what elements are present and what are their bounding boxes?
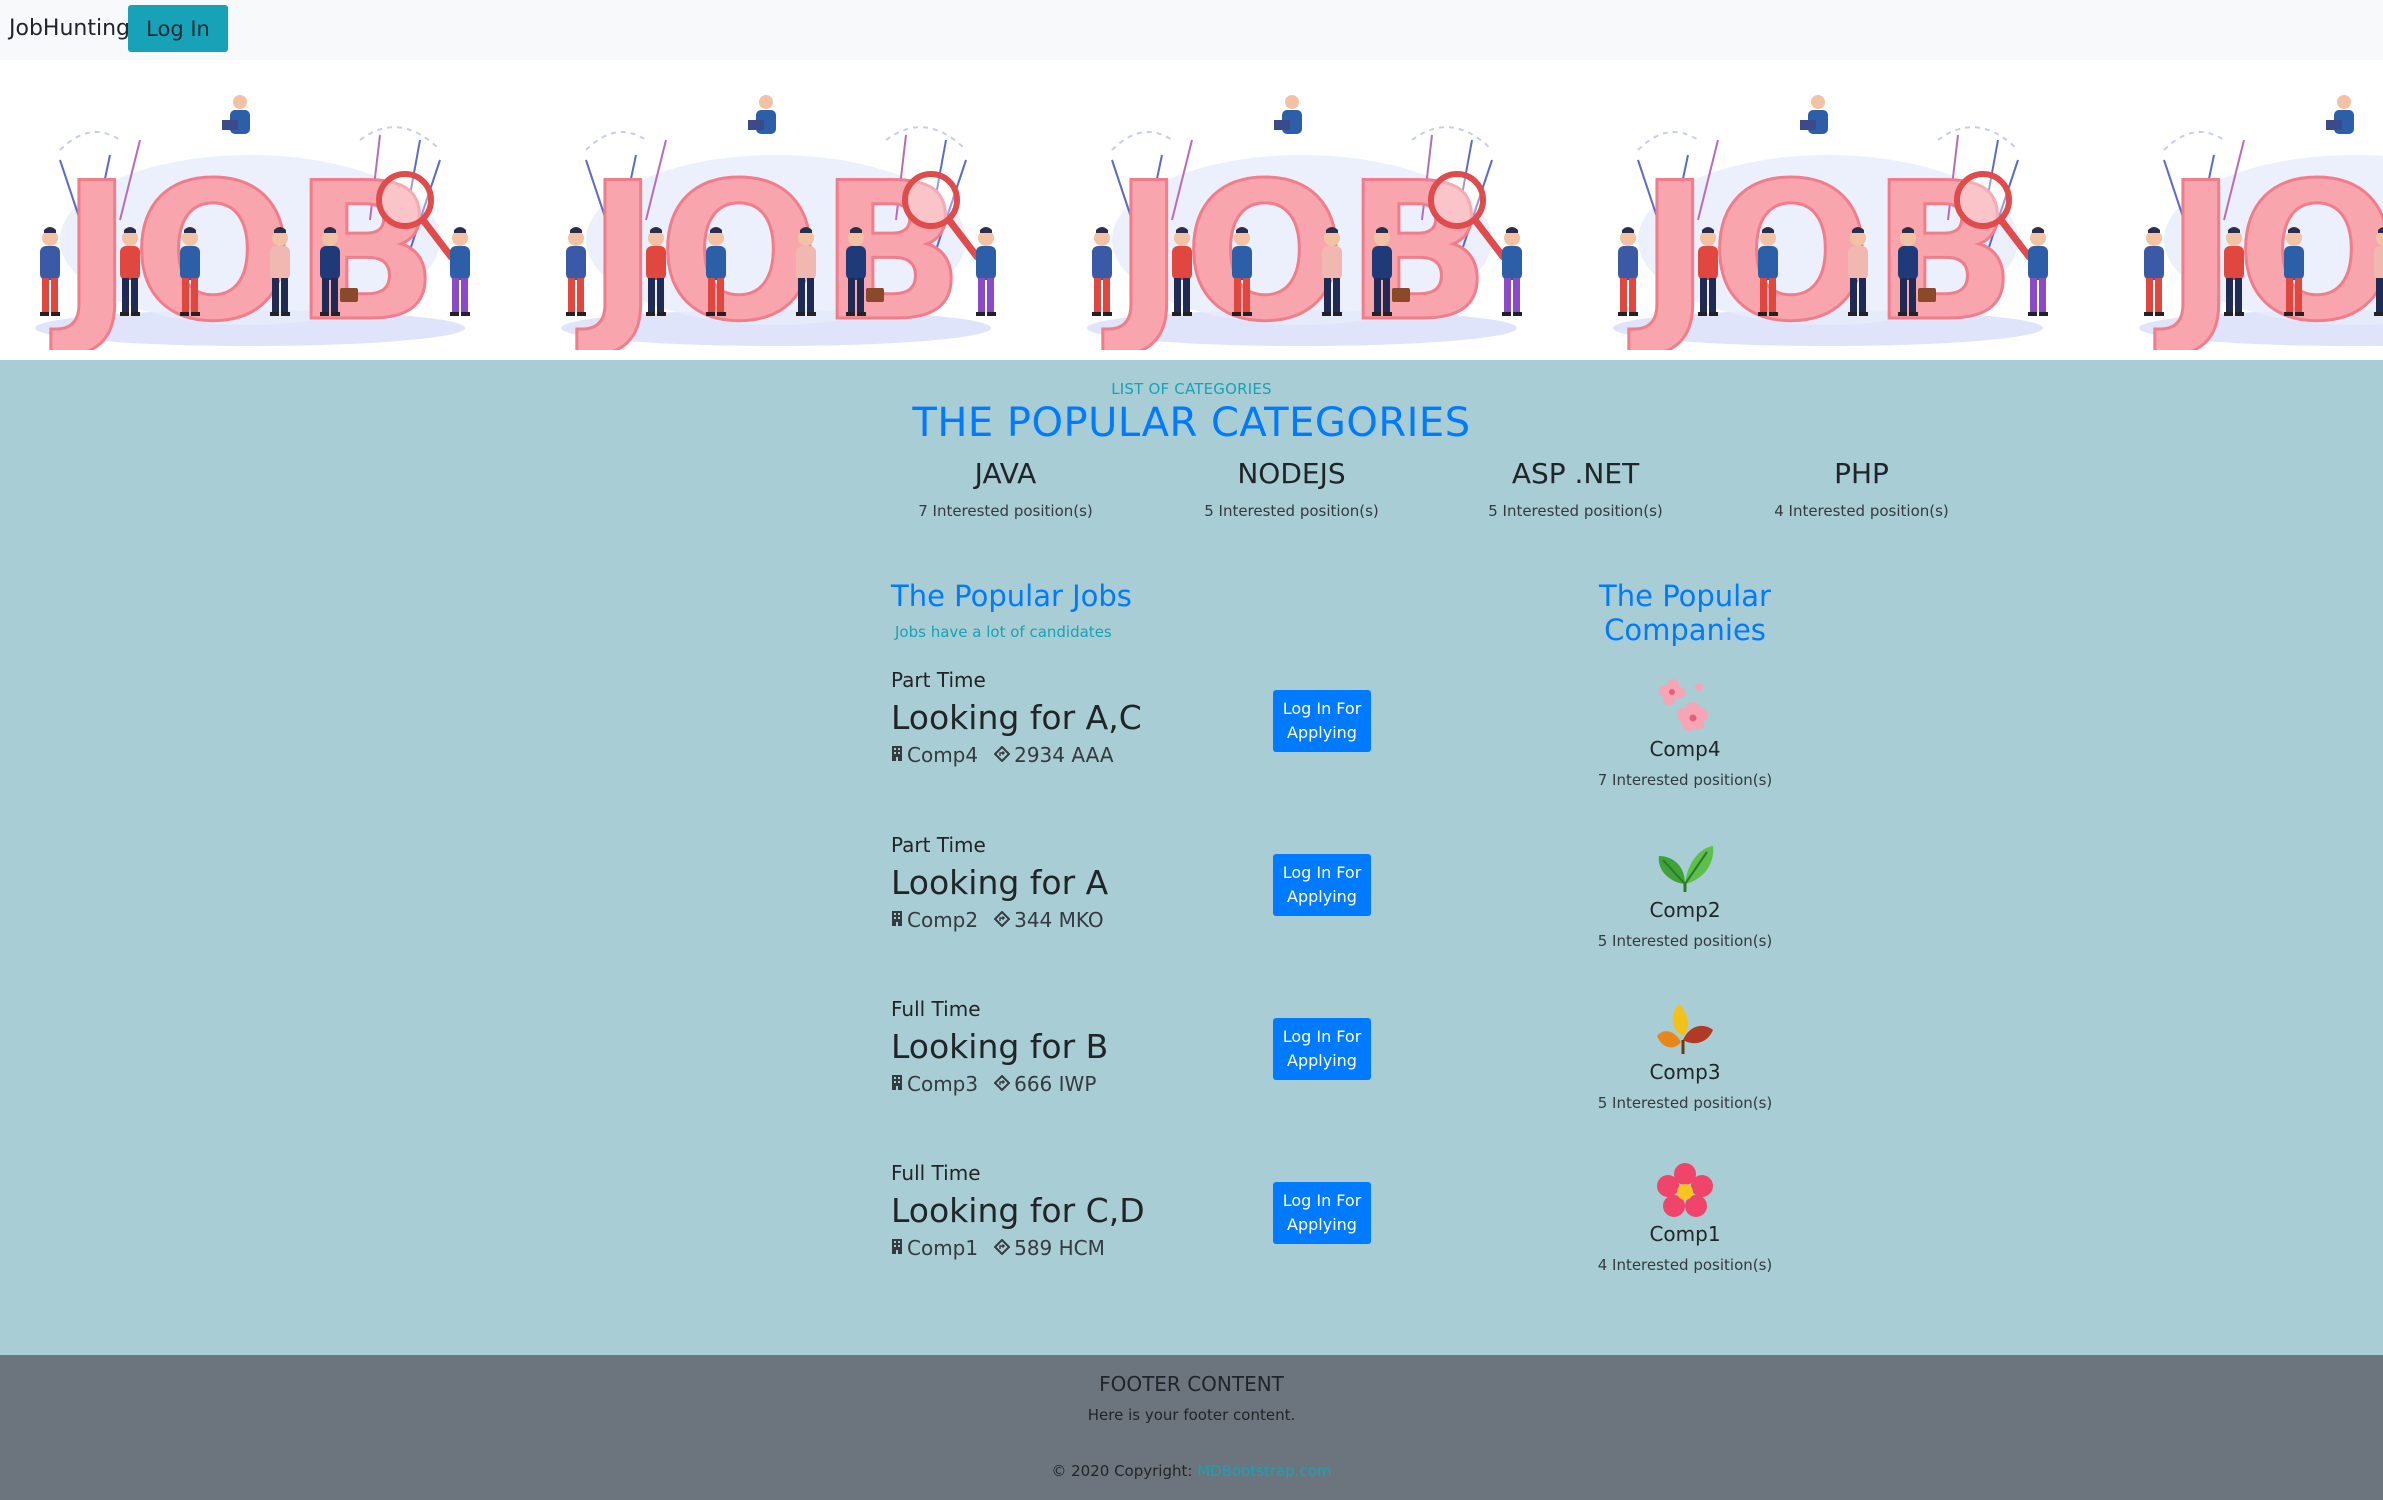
building-icon	[891, 743, 903, 767]
footer-title: FOOTER CONTENT	[1099, 1372, 1284, 1396]
apply-button[interactable]: Log In For Applying	[1273, 854, 1371, 916]
copyright-text: © 2020 Copyright:	[1051, 1462, 1193, 1480]
main-content: LIST OF CATEGORIES THE POPULAR CATEGORIE…	[0, 360, 2383, 1355]
company-name: Comp4	[1649, 737, 1721, 761]
job-company: Comp1	[907, 1236, 979, 1260]
category-item[interactable]: PHP 4 Interested position(s)	[1719, 457, 2004, 520]
job-type: Part Time	[891, 668, 986, 692]
company-count: 7 Interested position(s)	[1597, 771, 1773, 789]
job-location: 2934 AAA	[1014, 743, 1114, 767]
category-item[interactable]: NODEJS 5 Interested position(s)	[1149, 457, 1434, 520]
autumn-leaves-icon	[1657, 1004, 1713, 1054]
company-card[interactable]: Comp1 4 Interested position(s)	[1535, 1162, 1835, 1274]
login-button[interactable]: Log In	[128, 5, 228, 52]
pink-blossom-icon	[1659, 679, 1708, 731]
job-location: 344 MKO	[1014, 908, 1104, 932]
red-flower-icon	[1657, 1163, 1713, 1217]
apply-button[interactable]: Log In For Applying	[1273, 690, 1371, 752]
job-company: Comp4	[907, 743, 979, 767]
hero-banner: JOB JOB JOB JOB JOB	[0, 60, 2383, 360]
job-location: 666 IWP	[1014, 1072, 1097, 1096]
directions-icon	[993, 1236, 1011, 1260]
job-company: Comp3	[907, 1072, 979, 1096]
category-item[interactable]: JAVA 7 Interested position(s)	[863, 457, 1148, 520]
brand-link[interactable]: JobHunting	[9, 16, 130, 41]
svg-text:JOB: JOB	[576, 142, 964, 350]
popular-jobs-subtitle: Jobs have a lot of candidates	[895, 623, 1112, 641]
footer-text: Here is your footer content.	[1087, 1406, 1296, 1424]
banner-image: JOB	[526, 80, 1026, 350]
apply-button[interactable]: Log In For Applying	[1273, 1018, 1371, 1080]
company-count: 5 Interested position(s)	[1597, 1094, 1773, 1112]
apply-button[interactable]: Log In For Applying	[1273, 1182, 1371, 1244]
footer-copyright: © 2020 Copyright: MDBootstrap.com	[0, 1462, 2383, 1480]
banner-image: JOB	[1052, 80, 1552, 350]
banner-image: JOB	[1578, 80, 2078, 350]
category-name: ASP .NET	[1511, 457, 1640, 490]
directions-icon	[993, 743, 1011, 767]
building-icon	[891, 1072, 903, 1096]
job-location: 589 HCM	[1014, 1236, 1105, 1260]
category-name: JAVA	[974, 457, 1037, 490]
company-card[interactable]: Comp4 7 Interested position(s)	[1535, 673, 1835, 789]
footer: FOOTER CONTENT Here is your footer conte…	[0, 1355, 2383, 1500]
category-item[interactable]: ASP .NET 5 Interested position(s)	[1433, 457, 1718, 520]
categories-title: THE POPULAR CATEGORIES	[912, 400, 1471, 446]
building-icon	[891, 908, 903, 932]
company-count: 4 Interested position(s)	[1597, 1256, 1773, 1274]
categories-label: LIST OF CATEGORIES	[1111, 380, 1272, 398]
building-icon	[891, 1236, 903, 1260]
svg-text:JOB: JOB	[1102, 142, 1490, 350]
company-name: Comp3	[1649, 1060, 1721, 1084]
company-name: Comp1	[1649, 1222, 1721, 1246]
company-card[interactable]: Comp3 5 Interested position(s)	[1535, 1000, 1835, 1112]
category-count: 7 Interested position(s)	[918, 502, 1093, 520]
banner-image: JOB	[2104, 80, 2383, 350]
svg-text:JOB: JOB	[2154, 142, 2383, 350]
copyright-link[interactable]: MDBootstrap.com	[1197, 1462, 1331, 1480]
navbar: JobHunting Log In	[0, 0, 2383, 60]
category-count: 4 Interested position(s)	[1774, 502, 1949, 520]
category-name: NODEJS	[1237, 457, 1346, 490]
company-name: Comp2	[1649, 898, 1721, 922]
job-company: Comp2	[907, 908, 979, 932]
category-count: 5 Interested position(s)	[1204, 502, 1379, 520]
popular-companies-title: The Popular Companies	[1599, 579, 1771, 647]
banner-image: JOB	[0, 80, 500, 350]
category-count: 5 Interested position(s)	[1488, 502, 1663, 520]
popular-jobs-title: The Popular Jobs	[891, 579, 1132, 613]
svg-text:JOB: JOB	[50, 142, 438, 350]
company-card[interactable]: Comp2 5 Interested position(s)	[1535, 838, 1835, 950]
svg-text:JOB: JOB	[1628, 142, 2016, 350]
category-name: PHP	[1834, 457, 1889, 490]
company-count: 5 Interested position(s)	[1597, 932, 1773, 950]
directions-icon	[993, 1072, 1011, 1096]
green-leaf-icon	[1658, 846, 1714, 892]
directions-icon	[993, 908, 1011, 932]
